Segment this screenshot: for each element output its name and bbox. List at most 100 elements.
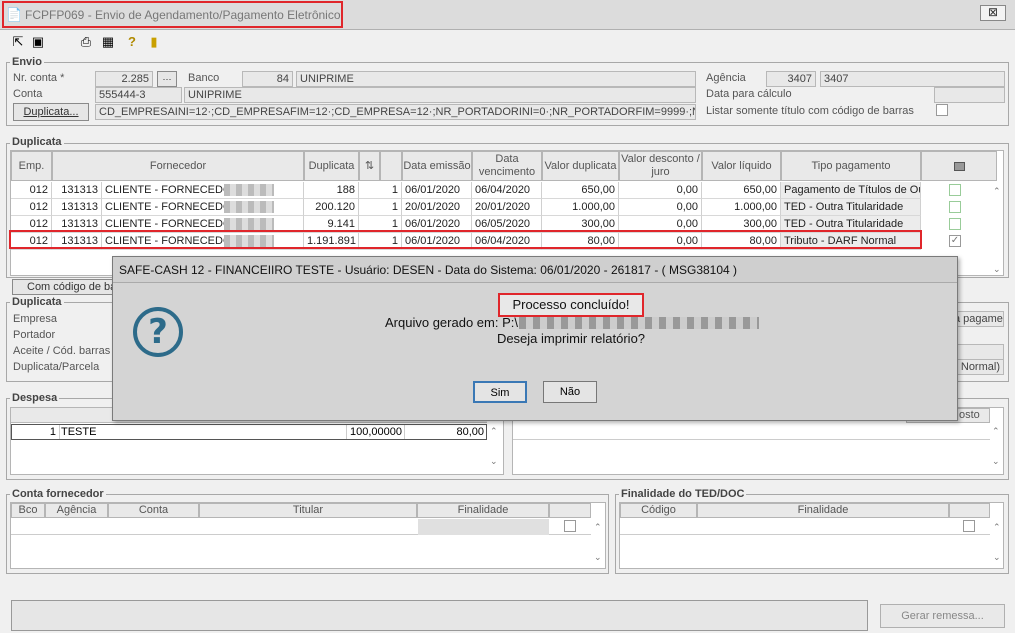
row-checkbox[interactable] xyxy=(949,201,961,213)
cf-finalidade-cell xyxy=(418,519,549,535)
despesa-desc: TESTE xyxy=(61,426,97,438)
redacted-name xyxy=(224,201,274,213)
cell-cod: 131313 xyxy=(52,182,102,199)
despesa-valor: 80,00 xyxy=(404,425,486,439)
redacted-path xyxy=(519,317,759,329)
row-checkbox[interactable] xyxy=(949,218,961,230)
title-highlight xyxy=(2,1,343,28)
col-duplicata[interactable]: Duplicata xyxy=(304,151,359,181)
help-icon[interactable]: ? xyxy=(124,34,140,50)
col-sort[interactable]: ⇅ xyxy=(359,151,380,181)
data-calculo-label: Data para cálculo xyxy=(706,88,792,100)
nr-conta-field[interactable]: 2.285 xyxy=(95,71,153,87)
cell-liq: 650,00 xyxy=(702,182,781,199)
row-checkbox[interactable]: ✓ xyxy=(949,235,961,247)
listar-checkbox[interactable] xyxy=(936,104,948,116)
despesa-right-row[interactable] xyxy=(513,424,990,440)
cell-parc: 1 xyxy=(359,182,402,199)
despesa-right-scroll-up-icon[interactable]: ⌃ xyxy=(992,426,1000,437)
confirm-dialog: SAFE-CASH 12 - FINANCEIIRO TESTE - Usuár… xyxy=(112,256,958,421)
close-button[interactable]: ⊠ xyxy=(980,5,1006,21)
despesa-num: 1 xyxy=(12,425,60,439)
cell-dup: 188 xyxy=(304,182,359,199)
screens-icon[interactable]: ▣ xyxy=(30,34,46,50)
cf-col-titular[interactable]: Titular xyxy=(199,503,417,518)
fin-col-finalidade[interactable]: Finalidade xyxy=(697,503,949,518)
fin-col-codigo[interactable]: Código xyxy=(620,503,697,518)
question-icon: ? xyxy=(133,307,183,357)
calendar-icon[interactable]: ▦ xyxy=(100,34,116,50)
agencia-label: Agência xyxy=(706,72,746,84)
col-valor-liquido[interactable]: Valor líquido xyxy=(702,151,781,181)
gerar-remessa-button[interactable]: Gerar remessa... xyxy=(880,604,1005,628)
row-highlight xyxy=(9,230,922,249)
nr-conta-label: Nr. conta * xyxy=(13,72,65,84)
cell-tipo: TED - Outra Titularidade xyxy=(781,199,921,216)
cf-scroll-up-icon[interactable]: ⌃ xyxy=(594,522,602,533)
exit-icon[interactable]: ▮ xyxy=(146,34,162,50)
detalhe-extra-field xyxy=(950,344,1004,360)
col-parcela[interactable] xyxy=(380,151,402,181)
fin-scroll-down-icon[interactable]: ⌄ xyxy=(993,552,1001,563)
duplicata-button[interactable]: Duplicata... xyxy=(13,103,89,121)
tributo-field: Normal) xyxy=(950,359,1004,375)
col-data-vencimento[interactable]: Data vencimento xyxy=(472,151,542,181)
lookup-button[interactable]: ⋯ xyxy=(157,71,177,87)
scroll-down-icon[interactable]: ⌄ xyxy=(993,264,1001,275)
yes-button[interactable]: Sim xyxy=(473,381,527,403)
scroll-up-icon[interactable]: ⌃ xyxy=(993,186,1001,197)
fin-checkbox[interactable] xyxy=(963,520,975,532)
fin-col-check[interactable] xyxy=(949,503,990,518)
col-emp[interactable]: Emp. xyxy=(11,151,52,181)
cf-col-conta[interactable]: Conta xyxy=(108,503,199,518)
col-fornecedor[interactable]: Fornecedor xyxy=(52,151,304,181)
col-data-emissao[interactable]: Data emissão xyxy=(402,151,472,181)
despesa-right-scroll-down-icon[interactable]: ⌄ xyxy=(992,456,1000,467)
printer-icon[interactable]: ⎙ xyxy=(78,34,94,50)
dialog-line2: Arquivo gerado em: P:\ xyxy=(385,315,518,330)
no-button[interactable]: Não xyxy=(543,381,597,403)
conta-fornecedor-label: Conta fornecedor xyxy=(10,488,106,500)
cf-col-bco[interactable]: Bco xyxy=(11,503,45,518)
cf-checkbox[interactable] xyxy=(564,520,576,532)
fin-scroll-up-icon[interactable]: ⌃ xyxy=(993,522,1001,533)
cf-col-agencia[interactable]: Agência xyxy=(45,503,108,518)
tipo-pagamento-field: a pagame xyxy=(950,311,1004,327)
row-checkbox[interactable] xyxy=(949,184,961,196)
dialog-line3: Deseja imprimir relatório? xyxy=(496,331,646,346)
despesa-scroll-down-icon[interactable]: ⌄ xyxy=(490,456,498,467)
banco-name-field: UNIPRIME xyxy=(296,71,696,87)
col-tipo-pagamento[interactable]: Tipo pagamento xyxy=(781,151,921,181)
detalhe-label: Duplicata xyxy=(10,296,64,308)
dialog-title: SAFE-CASH 12 - FINANCEIIRO TESTE - Usuár… xyxy=(113,257,957,283)
cf-scroll-down-icon[interactable]: ⌄ xyxy=(594,552,602,563)
arrow-icon[interactable]: ⇱ xyxy=(10,34,26,50)
banco-code-field: 84 xyxy=(242,71,293,87)
col-valor-duplicata[interactable]: Valor duplicata xyxy=(542,151,619,181)
cell-cod: 131313 xyxy=(52,199,102,216)
parcela-label: Duplicata/Parcela xyxy=(13,361,100,373)
cell-emissao: 06/01/2020 xyxy=(402,182,472,199)
cell-tipo: Pagamento de Títulos de Ou xyxy=(781,182,921,199)
col-valor-desconto[interactable]: Valor desconto / juro xyxy=(619,151,702,181)
despesa-scroll-up-icon[interactable]: ⌃ xyxy=(490,426,498,437)
portador-label: Portador xyxy=(13,329,56,341)
cell-desc: 0,00 xyxy=(619,199,702,216)
cf-col-check[interactable] xyxy=(549,503,591,518)
table-row[interactable]: 012 131313 CLIENTE - FORNECEDOR 200.120 1 20/… xyxy=(11,199,997,216)
finalidade-label: Finalidade do TED/DOC xyxy=(619,488,747,500)
cell-desc: 0,00 xyxy=(619,182,702,199)
conta-field: 555444-3 xyxy=(95,87,182,103)
duplicata-label: Duplicata xyxy=(10,136,64,148)
cf-col-finalidade[interactable]: Finalidade xyxy=(417,503,549,518)
despesa-row[interactable]: 1 TESTE 100,00000 80,00 xyxy=(11,424,487,440)
table-row[interactable]: 012 131313 CLIENTE - FORNECEDOR 188 1 06/01/2… xyxy=(11,182,997,199)
cell-parc: 1 xyxy=(359,199,402,216)
fin-row[interactable] xyxy=(620,519,990,535)
cell-venc: 06/04/2020 xyxy=(472,182,542,199)
cell-emissao: 20/01/2020 xyxy=(402,199,472,216)
data-calculo-field[interactable] xyxy=(934,87,1005,103)
status-panel xyxy=(11,600,868,631)
cod-barras-button[interactable]: Com código de ba xyxy=(12,279,122,295)
col-select-all[interactable] xyxy=(921,151,997,181)
